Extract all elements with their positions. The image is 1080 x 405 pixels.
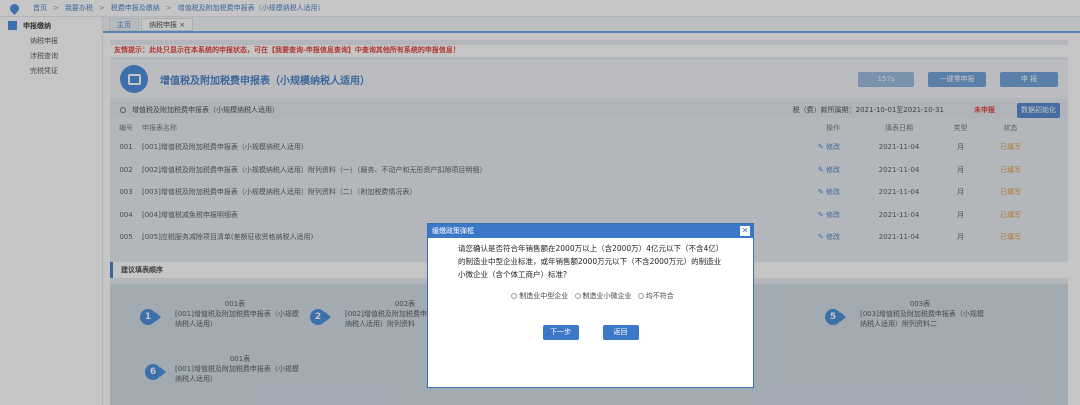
next-button[interactable]: 下一步 [542, 325, 579, 340]
modal-header: 缓缴政策弹框 ✕ [428, 224, 753, 238]
radio-none[interactable] [637, 293, 644, 299]
modal-question: 请您确认是否符合年销售额在2000万以上（含2000万）4亿元以下（不含4亿）的… [458, 244, 722, 279]
modal-title: 缓缴政策弹框 [432, 227, 474, 235]
option-small[interactable]: 制造业小微企业 [583, 292, 632, 300]
radio-small[interactable] [574, 293, 581, 299]
option-none[interactable]: 均不符合 [646, 292, 674, 300]
close-icon[interactable]: ✕ [740, 226, 750, 236]
policy-modal: 缓缴政策弹框 ✕ 请您确认是否符合年销售额在2000万以上（含2000万）4亿元… [427, 223, 754, 388]
option-medium[interactable]: 制造业中型企业 [519, 292, 568, 300]
radio-medium[interactable] [511, 293, 518, 299]
back-button[interactable]: 返回 [602, 325, 639, 340]
option-group: 制造业中型企业 制造业小微企业 均不符合 [428, 291, 753, 301]
